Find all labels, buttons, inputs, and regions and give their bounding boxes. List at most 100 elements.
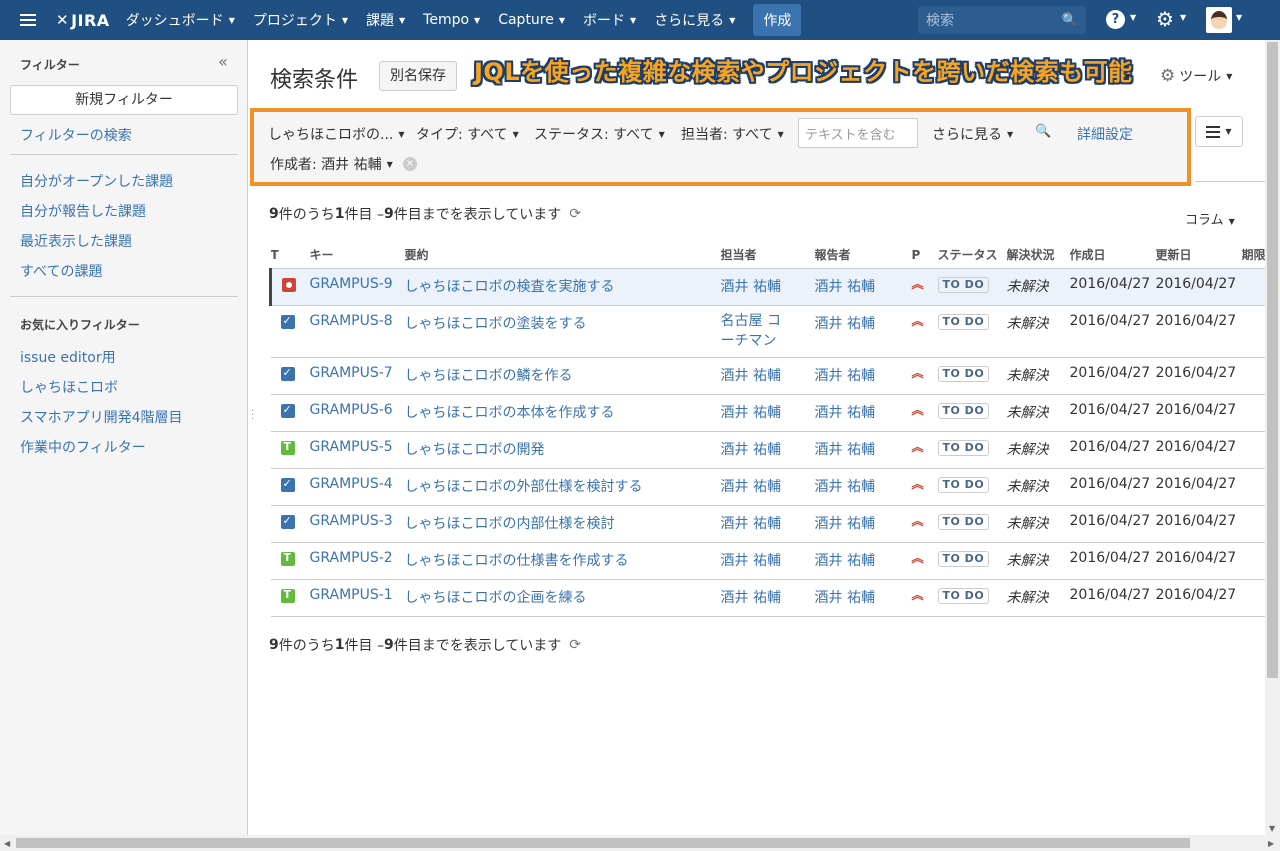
nav-capture[interactable]: Capture ▼ — [498, 12, 565, 28]
table-row[interactable]: GRAMPUS-7 しゃちほこロボの鱗を作る 酒井 祐輔 酒井 祐輔 ︽ TO DO 未解決… — [270, 356, 1280, 394]
column-header-assignee[interactable]: 担当者 — [721, 242, 815, 268]
reporter-link[interactable]: 酒井 祐輔 — [815, 442, 875, 458]
layout-switcher-button[interactable]: ▼ — [1195, 116, 1243, 147]
scrollbar-thumb[interactable] — [16, 838, 1190, 848]
collapse-sidebar-icon[interactable]: « — [218, 52, 228, 71]
issue-summary-link[interactable]: しゃちほこロボの仕様書を作成する — [405, 553, 629, 569]
issue-key-link[interactable]: GRAMPUS-9 — [310, 276, 393, 292]
chevron-down-icon[interactable]: ▼ — [1124, 72, 1130, 81]
tools-dropdown[interactable]: ⚙ ツール ▼ — [1160, 66, 1232, 86]
issue-summary-link[interactable]: しゃちほこロボの検査を実施する — [405, 279, 615, 295]
assignee-link[interactable]: 酒井 祐輔 — [721, 553, 781, 569]
table-row[interactable]: GRAMPUS-3 しゃちほこロボの内部仕様を検討 酒井 祐輔 酒井 祐輔 ︽ TO DO… — [270, 504, 1280, 542]
new-filter-button[interactable]: 新規フィルター — [10, 85, 238, 115]
text-search-input[interactable]: テキストを含む — [798, 118, 918, 148]
issue-summary-link[interactable]: しゃちほこロボの塗装をする — [405, 316, 587, 332]
vertical-scrollbar[interactable]: ▼ — [1265, 40, 1280, 835]
assignee-link[interactable]: 酒井 祐輔 — [721, 516, 781, 532]
table-row[interactable]: GRAMPUS-4 しゃちほこロボの外部仕様を検討する 酒井 祐輔 酒井 祐輔 ︽ TO … — [270, 467, 1280, 505]
more-criteria-filter[interactable]: さらに見る ▼ — [932, 124, 1013, 144]
global-search-input[interactable]: 検索 🔍 — [918, 6, 1086, 34]
jira-logo[interactable]: ✕ JIRA — [56, 11, 110, 30]
reporter-link[interactable]: 酒井 祐輔 — [815, 405, 875, 421]
column-header-key[interactable]: キー — [310, 242, 405, 268]
reporter-link[interactable]: 酒井 祐輔 — [815, 479, 875, 495]
app-switcher-icon[interactable] — [20, 14, 36, 26]
column-header-priority[interactable]: P — [912, 242, 938, 268]
sidebar-item-favorite[interactable]: issue editor用 — [20, 347, 116, 367]
column-header-type[interactable]: T — [271, 242, 310, 268]
nav-boards[interactable]: ボード ▼ — [583, 10, 636, 30]
issue-key-link[interactable]: GRAMPUS-7 — [310, 365, 393, 381]
sidebar-item-reported-by-me[interactable]: 自分が報告した課題 — [20, 201, 146, 221]
issue-summary-link[interactable]: しゃちほこロボの本体を作成する — [405, 405, 615, 421]
issue-key-link[interactable]: GRAMPUS-3 — [310, 513, 393, 529]
assignee-link[interactable]: 酒井 祐輔 — [721, 590, 781, 606]
table-row[interactable]: GRAMPUS-2 しゃちほこロボの仕様書を作成する 酒井 祐輔 酒井 祐輔 ︽ TO D… — [270, 541, 1280, 579]
column-header-status[interactable]: ステータス — [938, 242, 1007, 268]
advanced-search-link[interactable]: 詳細設定 — [1077, 124, 1133, 144]
creator-filter[interactable]: 作成者: 酒井 祐輔 ▼ × — [270, 154, 417, 174]
project-filter[interactable]: しゃちほこロボの... ▼ — [268, 124, 405, 144]
scroll-right-arrow-icon[interactable]: ▶ — [1268, 839, 1274, 848]
column-header-updated[interactable]: 更新日 — [1156, 242, 1242, 268]
issue-key-link[interactable]: GRAMPUS-5 — [310, 439, 393, 455]
sidebar-resize-handle[interactable]: · · · — [251, 407, 255, 425]
issue-key-link[interactable]: GRAMPUS-4 — [310, 476, 393, 492]
scroll-down-arrow-icon[interactable]: ▼ — [1269, 824, 1275, 833]
create-button[interactable]: 作成 — [753, 4, 802, 36]
table-row[interactable]: GRAMPUS-1 しゃちほこロボの企画を練る 酒井 祐輔 酒井 祐輔 ︽ TO DO 未解… — [270, 578, 1280, 617]
issue-summary-link[interactable]: しゃちほこロボの内部仕様を検討 — [405, 516, 615, 532]
nav-dashboards[interactable]: ダッシュボード ▼ — [126, 10, 235, 30]
issue-summary-link[interactable]: しゃちほこロボの鱗を作る — [405, 368, 573, 384]
column-header-created[interactable]: 作成日 — [1070, 242, 1156, 268]
assignee-link[interactable]: 酒井 祐輔 — [721, 442, 781, 458]
remove-criteria-icon[interactable]: × — [402, 157, 417, 171]
reporter-link[interactable]: 酒井 祐輔 — [815, 316, 875, 332]
assignee-link[interactable]: 名古屋 コーチマン — [721, 313, 781, 349]
table-row[interactable]: GRAMPUS-9 しゃちほこロボの検査を実施する 酒井 祐輔 酒井 祐輔 ︽ TO DO… — [269, 267, 1280, 305]
settings-gear-icon[interactable]: ⚙ — [1156, 8, 1174, 30]
scrollbar-thumb[interactable] — [1267, 42, 1278, 678]
nav-projects[interactable]: プロジェクト ▼ — [253, 10, 348, 30]
reporter-link[interactable]: 酒井 祐輔 — [815, 279, 875, 295]
nav-more[interactable]: さらに見る ▼ — [654, 10, 735, 30]
column-header-resolution[interactable]: 解決状況 — [1007, 242, 1070, 268]
assignee-link[interactable]: 酒井 祐輔 — [721, 405, 781, 421]
reporter-link[interactable]: 酒井 祐輔 — [815, 368, 875, 384]
column-header-reporter[interactable]: 報告者 — [815, 242, 912, 268]
refresh-icon[interactable]: ⟳ — [569, 637, 581, 653]
refresh-icon[interactable]: ⟳ — [569, 206, 581, 222]
issue-key-link[interactable]: GRAMPUS-2 — [310, 550, 393, 566]
issue-summary-link[interactable]: しゃちほこロボの企画を練る — [405, 590, 587, 606]
sidebar-item-favorite[interactable]: 作業中のフィルター — [20, 437, 146, 457]
issue-summary-link[interactable]: しゃちほこロボの開発 — [405, 442, 545, 458]
sidebar-item-favorite[interactable]: しゃちほこロボ — [20, 377, 118, 397]
issue-summary-link[interactable]: しゃちほこロボの外部仕様を検討する — [405, 479, 643, 495]
user-avatar[interactable] — [1206, 7, 1232, 33]
assignee-link[interactable]: 酒井 祐輔 — [721, 279, 781, 295]
issue-key-link[interactable]: GRAMPUS-6 — [310, 402, 393, 418]
columns-dropdown[interactable]: コラム ▼ — [1185, 209, 1235, 228]
issue-key-link[interactable]: GRAMPUS-1 — [310, 587, 393, 603]
assignee-filter[interactable]: 担当者: すべて ▼ — [681, 124, 784, 144]
help-icon[interactable]: ? — [1106, 10, 1125, 29]
horizontal-scrollbar[interactable]: ◀ ▶ — [0, 835, 1280, 851]
sidebar-item-my-open-issues[interactable]: 自分がオープンした課題 — [20, 171, 173, 191]
issue-key-link[interactable]: GRAMPUS-8 — [310, 313, 393, 329]
nav-issues[interactable]: 課題 ▼ — [366, 10, 405, 30]
table-row[interactable]: GRAMPUS-8 しゃちほこロボの塗装をする 名古屋 コーチマン 酒井 祐輔 ︽ TO … — [270, 304, 1280, 357]
assignee-link[interactable]: 酒井 祐輔 — [721, 479, 781, 495]
sidebar-item-all-issues[interactable]: すべての課題 — [20, 261, 102, 281]
table-row[interactable]: GRAMPUS-5 しゃちほこロボの開発 酒井 祐輔 酒井 祐輔 ︽ TO DO 未解決 20… — [270, 430, 1280, 468]
nav-tempo[interactable]: Tempo ▼ — [423, 12, 480, 28]
sidebar-item-favorite[interactable]: スマホアプリ開発4階層目 — [20, 407, 183, 427]
type-filter[interactable]: タイプ: すべて ▼ — [416, 124, 519, 144]
table-row[interactable]: GRAMPUS-6 しゃちほこロボの本体を作成する 酒井 祐輔 酒井 祐輔 ︽ TO DO… — [270, 393, 1280, 431]
status-filter[interactable]: ステータス: すべて ▼ — [534, 124, 665, 144]
reporter-link[interactable]: 酒井 祐輔 — [815, 516, 875, 532]
sidebar-item-recently-viewed[interactable]: 最近表示した課題 — [20, 231, 132, 251]
search-icon[interactable]: 🔍 — [1035, 124, 1051, 139]
column-header-summary[interactable]: 要約 — [405, 242, 721, 268]
find-filters-link[interactable]: フィルターの検索 — [20, 125, 132, 145]
